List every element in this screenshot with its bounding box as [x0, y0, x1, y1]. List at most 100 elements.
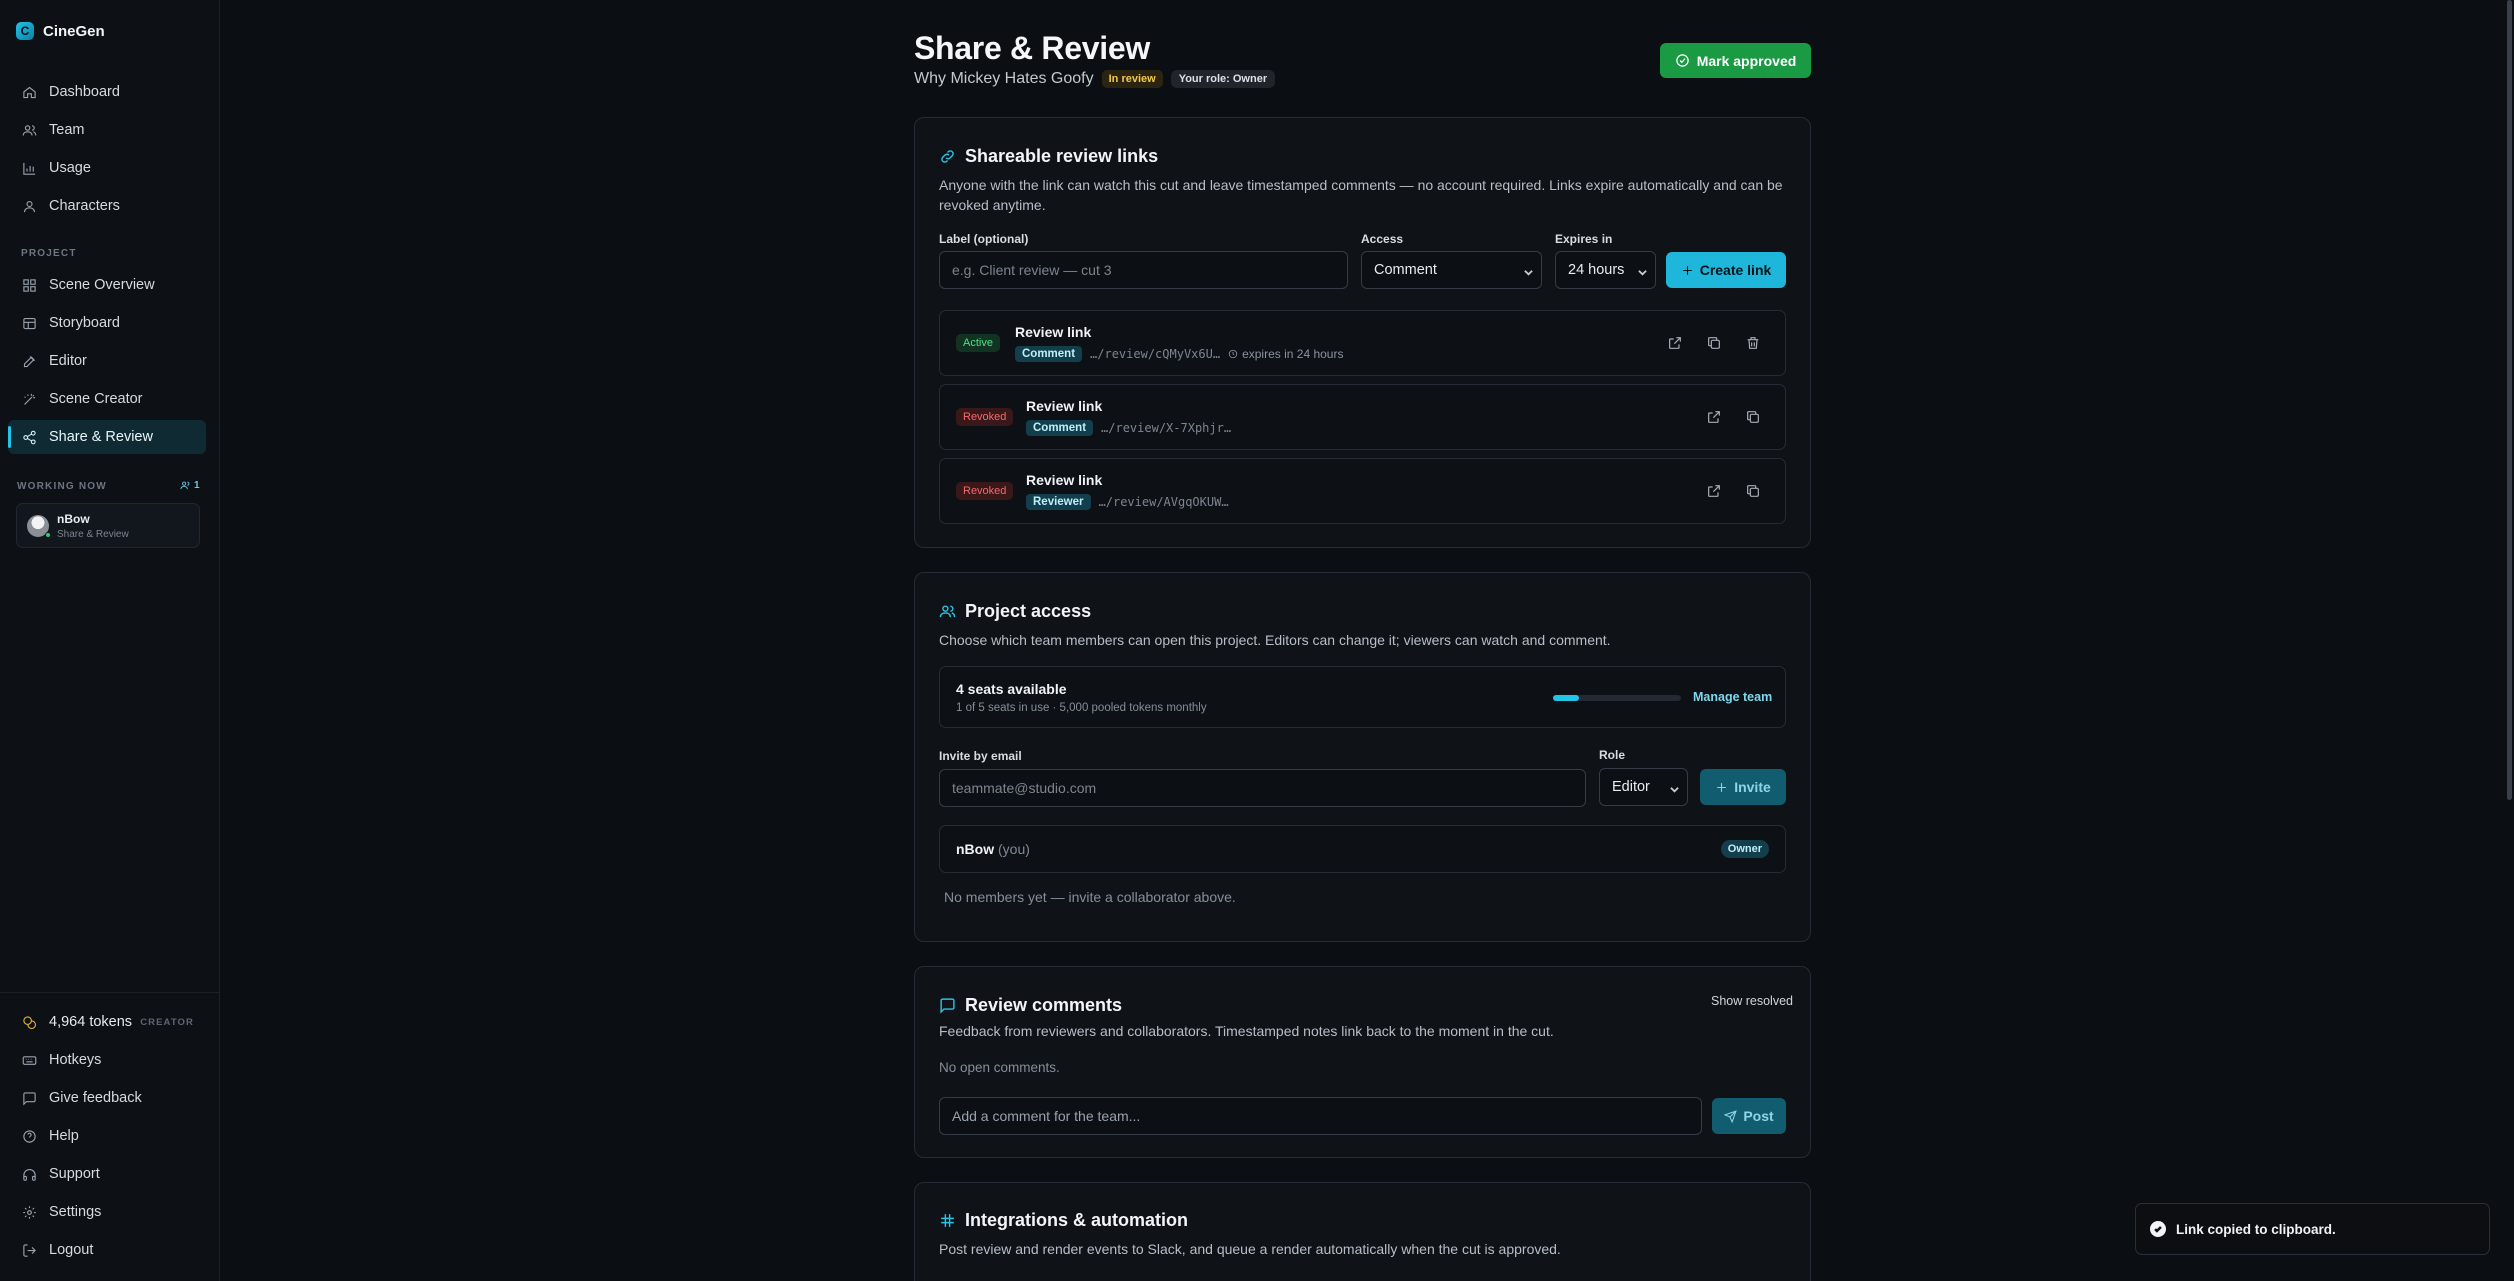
coins-icon: [23, 1015, 36, 1029]
member-name: nBow (you): [956, 841, 1030, 857]
home-icon: [23, 86, 36, 98]
link-title: Review link: [1026, 472, 1103, 488]
users-icon: [939, 605, 956, 618]
seats-available: 4 seats available: [956, 681, 1067, 697]
toast-message: Link copied to clipboard.: [2176, 1221, 2336, 1237]
comment-input[interactable]: Add a comment for the team...: [939, 1097, 1702, 1135]
sidebar-item-scene-overview[interactable]: Scene Overview: [8, 268, 206, 302]
review-link-row: Revoked Review link Comment …/review/X-7…: [939, 384, 1786, 450]
link-url: …/review/AVgqOKUW…: [1098, 495, 1229, 509]
sidebar-item-support[interactable]: Support: [8, 1157, 206, 1191]
link-url: …/review/X-7Xphjr…: [1101, 421, 1232, 435]
mark-approved-button[interactable]: Mark approved: [1660, 43, 1811, 78]
link-label-input[interactable]: e.g. Client review — cut 3: [939, 251, 1348, 289]
sidebar-item-label: Help: [49, 1128, 79, 1144]
message-square-icon: [940, 998, 955, 1014]
sidebar-item-label: Team: [49, 122, 85, 138]
sidebar-item-label: Logout: [49, 1242, 94, 1258]
sidebar-item-usage[interactable]: Usage: [8, 151, 206, 185]
access-select[interactable]: Comment: [1361, 251, 1542, 289]
access-field-label: Access: [1361, 232, 1404, 246]
token-balance[interactable]: 4,964 tokens CREATOR: [8, 1008, 206, 1036]
edit-icon: [23, 355, 35, 367]
sidebar-item-hotkeys[interactable]: Hotkeys: [8, 1043, 206, 1077]
sidebar-item-logout[interactable]: Logout: [8, 1233, 206, 1267]
page-title: Share & Review: [914, 30, 1150, 66]
sidebar-item-editor[interactable]: Editor: [8, 344, 206, 378]
sidebar-item-label: Editor: [49, 353, 87, 369]
link-title: Review link: [1015, 324, 1092, 340]
online-status-dot: [45, 532, 51, 538]
trash-icon[interactable]: [1745, 335, 1761, 351]
seats-progress-fill: [1553, 695, 1579, 701]
members-empty-note: No members yet — invite a collaborator a…: [944, 889, 1236, 905]
brand[interactable]: C CineGen: [16, 22, 105, 40]
seats-progress-bar: [1553, 695, 1681, 701]
grid-icon: [23, 278, 36, 292]
project-access-card: Project access Choose which team members…: [914, 572, 1811, 942]
message-square-icon: [23, 1091, 36, 1105]
bar-chart-icon: [23, 162, 36, 175]
show-resolved-toggle[interactable]: Show resolved: [1711, 994, 1793, 1008]
project-access-title: Project access: [939, 601, 1091, 622]
invite-button[interactable]: Invite: [1700, 769, 1786, 805]
post-comment-button[interactable]: Post: [1712, 1098, 1786, 1134]
token-count: 4,964 tokens: [49, 1014, 133, 1030]
chevron-down-icon: [1524, 265, 1533, 276]
sidebar-item-share-review[interactable]: Share & Review: [8, 420, 206, 454]
link-meta: Comment …/review/cQMyVx6U… expires in 24…: [1015, 346, 1343, 362]
project-name: Why Mickey Hates Goofy: [914, 70, 1094, 87]
sidebar-item-feedback[interactable]: Give feedback: [8, 1081, 206, 1115]
working-now-count: 1: [180, 480, 200, 491]
expires-field-label: Expires in: [1555, 232, 1613, 246]
copy-icon[interactable]: [1745, 483, 1761, 499]
check-circle-icon: [2150, 1221, 2166, 1237]
link-access-chip: Reviewer: [1026, 494, 1091, 510]
open-link-icon[interactable]: [1706, 409, 1722, 425]
sidebar-item-storyboard[interactable]: Storyboard: [8, 306, 206, 340]
member-role-chip: Owner: [1720, 840, 1769, 858]
clock-icon: [1228, 349, 1238, 359]
sidebar-item-label: Give feedback: [49, 1090, 142, 1106]
sidebar-item-scene-creator[interactable]: Scene Creator: [8, 382, 206, 416]
link-access-chip: Comment: [1015, 346, 1083, 362]
sidebar-item-team[interactable]: Team: [8, 113, 206, 147]
role-select[interactable]: Editor: [1599, 768, 1688, 806]
sidebar-item-characters[interactable]: Characters: [8, 189, 206, 223]
plus-icon: [1717, 782, 1727, 792]
label-field-label: Label (optional): [939, 232, 1029, 246]
sidebar-item-help[interactable]: Help: [8, 1119, 206, 1153]
slack-icon: [941, 1214, 954, 1227]
sidebar-item-label: Scene Creator: [49, 391, 143, 407]
copy-icon[interactable]: [1706, 335, 1722, 351]
presence-card[interactable]: nBow Share & Review: [16, 503, 200, 548]
cinegen-logo-icon: C: [16, 22, 34, 40]
link-status-badge: Active: [956, 334, 1000, 352]
user-icon: [23, 200, 36, 212]
integrations-description: Post review and render events to Slack, …: [939, 1241, 1561, 1257]
expires-select[interactable]: 24 hours: [1555, 251, 1656, 289]
invite-email-input[interactable]: teammate@studio.com: [939, 769, 1586, 807]
integrations-card: Integrations & automation Post review an…: [914, 1182, 1811, 1281]
member-row: nBow (you) Owner: [939, 825, 1786, 873]
manage-team-link[interactable]: Manage team: [1693, 690, 1772, 704]
sidebar-item-dashboard[interactable]: Dashboard: [8, 75, 206, 109]
users-icon: [22, 124, 37, 136]
users-icon: [180, 481, 190, 490]
chevron-down-icon: [1670, 782, 1679, 793]
sidebar: C CineGen Dashboard Team Usage Character…: [0, 0, 220, 1281]
link-meta: Reviewer …/review/AVgqOKUW…: [1026, 494, 1229, 510]
send-icon: [1724, 1109, 1738, 1123]
project-access-description: Choose which team members can open this …: [939, 632, 1611, 648]
open-link-icon[interactable]: [1667, 335, 1683, 351]
link-status-badge: Revoked: [956, 482, 1014, 500]
sidebar-item-settings[interactable]: Settings: [8, 1195, 206, 1229]
create-link-button[interactable]: Create link: [1666, 252, 1786, 288]
logout-icon: [23, 1243, 36, 1257]
project-section-label: PROJECT: [21, 248, 77, 259]
open-link-icon[interactable]: [1706, 483, 1722, 499]
presence-user-location: Share & Review: [57, 529, 129, 540]
review-link-row: Revoked Review link Reviewer …/review/AV…: [939, 458, 1786, 524]
scrollbar-thumb[interactable]: [2507, 0, 2512, 800]
copy-icon[interactable]: [1745, 409, 1761, 425]
